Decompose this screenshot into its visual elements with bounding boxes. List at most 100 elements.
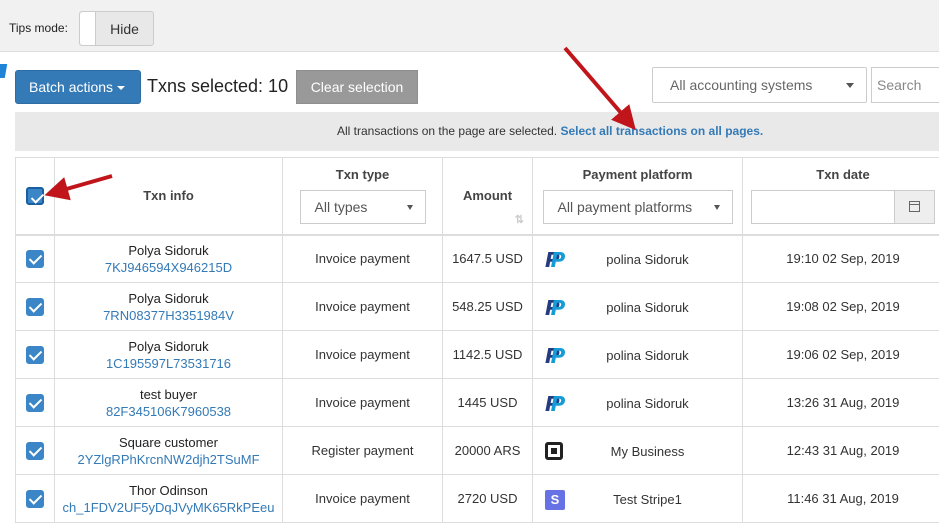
txn-type-cell: Register payment: [282, 426, 443, 475]
txn-info-cell: Thor Odinson ch_1FDV2UF5yDqJVyMK65RkPEeu: [54, 474, 283, 523]
txn-info-cell: test buyer 82F345106K7960538: [54, 378, 283, 427]
txn-id-link[interactable]: 7RN08377H3351984V: [55, 308, 282, 323]
table-row[interactable]: Polya Sidoruk 7KJ946594X946215D Invoice pa…: [15, 234, 939, 283]
calendar-button[interactable]: [894, 191, 934, 224]
header-txn-info: Txn info: [54, 157, 283, 236]
selection-notice-text: All transactions on the page are selecte…: [337, 124, 558, 138]
amount-cell: 1142.5 USD: [442, 330, 533, 379]
platform-account-name: polina Sidoruk: [606, 299, 689, 315]
txn-type-cell: Invoice payment: [282, 474, 443, 523]
tips-bar: Tips mode: Hide: [0, 0, 939, 52]
row-checkbox-cell: [15, 282, 55, 331]
buyer-name: Square customer: [119, 434, 218, 450]
platform-cell: S Test Stripe1: [532, 474, 743, 523]
table-row[interactable]: test buyer 82F345106K7960538 Invoice payme…: [15, 378, 939, 427]
txn-id-link[interactable]: ch_1FDV2UF5yDqJVyMK65RkPEeu: [55, 500, 282, 515]
header-txn-date: Txn date: [742, 157, 939, 236]
txn-type-cell: Invoice payment: [282, 330, 443, 379]
table-row[interactable]: Polya Sidoruk 1C195597L73531716 Invoice pa…: [15, 330, 939, 379]
txn-date-filter[interactable]: [751, 190, 935, 225]
date-cell: 19:10 02 Sep, 2019: [742, 234, 939, 283]
table-row[interactable]: Square customer 2YZlgRPhKrcnNW2djh2TSuMF R…: [15, 426, 939, 475]
table-header-row: Txn info Txn type All types Amount ⇅ Pay…: [15, 157, 939, 236]
select-all-pages-link[interactable]: Select all transactions on all pages.: [560, 124, 763, 138]
accounting-systems-select[interactable]: All accounting systems: [652, 67, 867, 103]
row-checkbox[interactable]: [26, 345, 44, 364]
row-checkbox[interactable]: [26, 441, 44, 460]
amount-label: Amount: [462, 188, 513, 204]
amount-cell: 1647.5 USD: [442, 234, 533, 283]
buyer-name: Polya Sidoruk: [128, 242, 209, 258]
batch-actions-label: Batch actions: [29, 79, 114, 95]
txn-id-link[interactable]: 82F345106K7960538: [55, 404, 282, 419]
selection-notice: All transactions on the page are selecte…: [15, 112, 939, 151]
buyer-name: test buyer: [139, 386, 198, 402]
select-all-checkbox[interactable]: [26, 186, 44, 205]
platform-cell: PP polina Sidoruk: [532, 330, 743, 379]
sort-icon[interactable]: ⇅: [515, 213, 524, 226]
row-checkbox-cell: [15, 426, 55, 475]
tip-marker-icon: [0, 64, 8, 78]
payment-platform-filter-value: All payment platforms: [557, 199, 693, 216]
txns-selected-count: Txns selected: 10: [147, 76, 289, 96]
amount-cell: 2720 USD: [442, 474, 533, 523]
accounting-select-value: All accounting systems: [670, 77, 813, 93]
platform-account-name: polina Sidoruk: [606, 251, 689, 267]
txn-type-filter[interactable]: All types: [299, 190, 426, 225]
txn-type-cell: Invoice payment: [282, 378, 443, 427]
toggle-knob[interactable]: [80, 12, 96, 45]
chevron-down-icon: [406, 205, 413, 211]
clear-selection-button[interactable]: Clear selection: [296, 70, 418, 104]
row-checkbox[interactable]: [26, 297, 44, 316]
platform-cell: PP polina Sidoruk: [532, 234, 743, 283]
amount-cell: 1445 USD: [442, 378, 533, 427]
row-checkbox-cell: [15, 234, 55, 283]
table-row[interactable]: Polya Sidoruk 7RN08377H3351984V Invoice pa…: [15, 282, 939, 331]
txn-info-cell: Square customer 2YZlgRPhKrcnNW2djh2TSuMF: [54, 426, 283, 475]
header-payment-platform: Payment platform All payment platforms: [532, 157, 743, 236]
platform-account-name: polina Sidoruk: [606, 395, 689, 411]
txn-date-label: Txn date: [816, 167, 870, 183]
platform-account-name: Test Stripe1: [613, 491, 682, 507]
header-amount[interactable]: Amount ⇅: [442, 157, 533, 236]
row-checkbox-cell: [15, 330, 55, 379]
toggle-text: Hide: [110, 21, 139, 37]
row-checkbox[interactable]: [26, 249, 44, 268]
table-row[interactable]: Thor Odinson ch_1FDV2UF5yDqJVyMK65RkPEeu I…: [15, 474, 939, 523]
amount-cell: 548.25 USD: [442, 282, 533, 331]
row-checkbox-cell: [15, 378, 55, 427]
batch-actions-button[interactable]: Batch actions: [15, 70, 141, 104]
payment-platform-label: Payment platform: [582, 167, 693, 183]
txn-type-filter-value: All types: [314, 199, 368, 216]
header-txn-type: Txn type All types: [282, 157, 443, 236]
tips-mode-toggle[interactable]: Hide: [79, 11, 154, 46]
transactions-table: Txn info Txn type All types Amount ⇅ Pay…: [15, 157, 939, 523]
txn-id-link[interactable]: 7KJ946594X946215D: [55, 260, 282, 275]
row-checkbox-cell: [15, 474, 55, 523]
row-checkbox[interactable]: [26, 489, 44, 508]
buyer-name: Polya Sidoruk: [128, 290, 209, 306]
search-input[interactable]: Search: [871, 67, 939, 103]
txn-id-link[interactable]: 2YZlgRPhKrcnNW2djh2TSuMF: [55, 452, 282, 467]
txn-type-cell: Invoice payment: [282, 234, 443, 283]
tips-mode-label: Tips mode:: [9, 21, 68, 35]
date-cell: 11:46 31 Aug, 2019: [742, 474, 939, 523]
txn-id-link[interactable]: 1C195597L73531716: [55, 356, 282, 371]
payment-platform-filter[interactable]: All payment platforms: [542, 190, 733, 225]
buyer-name: Polya Sidoruk: [128, 338, 209, 354]
date-cell: 19:06 02 Sep, 2019: [742, 330, 939, 379]
chevron-down-icon: [713, 205, 720, 211]
buyer-name: Thor Odinson: [129, 482, 208, 498]
platform-account-name: My Business: [610, 443, 685, 459]
select-all-cell: [15, 157, 55, 236]
annotation-arrow-select-all: [563, 46, 636, 131]
platform-cell: PP polina Sidoruk: [532, 378, 743, 427]
calendar-icon: [909, 201, 920, 213]
txn-info-cell: Polya Sidoruk 7KJ946594X946215D: [54, 234, 283, 283]
txn-type-cell: Invoice payment: [282, 282, 443, 331]
caret-down-icon: [117, 86, 126, 91]
date-cell: 12:43 31 Aug, 2019: [742, 426, 939, 475]
row-checkbox[interactable]: [26, 393, 44, 412]
txn-type-label: Txn type: [335, 167, 390, 183]
date-cell: 13:26 31 Aug, 2019: [742, 378, 939, 427]
